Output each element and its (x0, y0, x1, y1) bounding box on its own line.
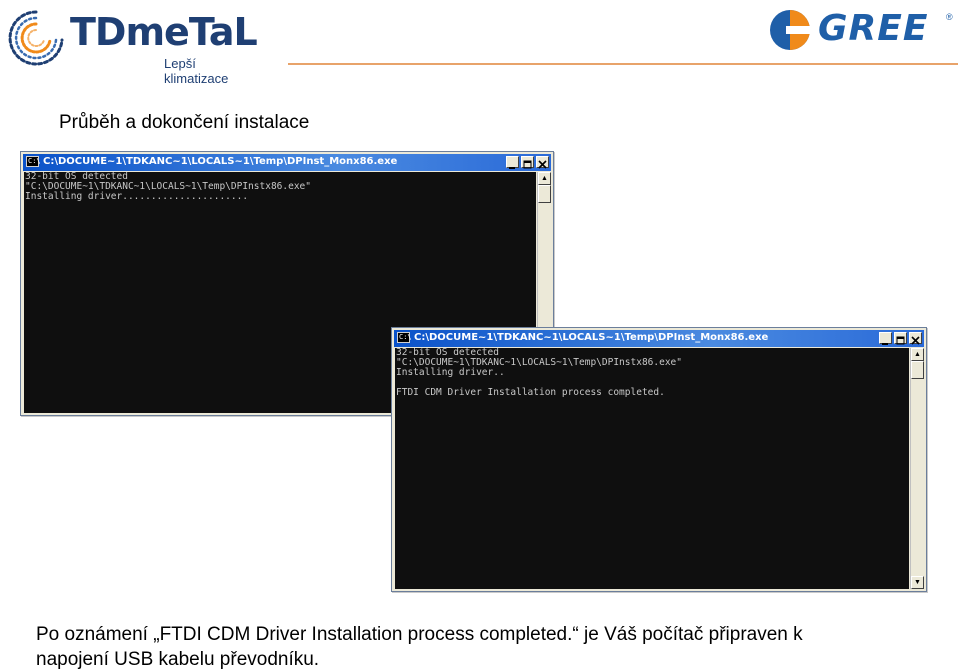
tdmetal-swirl-icon (8, 10, 64, 66)
console-window-completed[interactable]: C:\ C:\DOCUME~1\TDKANC~1\LOCALS~1\Temp\D… (391, 327, 927, 592)
gree-emblem-icon (770, 10, 810, 50)
minimize-icon (509, 167, 515, 169)
scroll-up-button[interactable]: ▲ (911, 348, 924, 361)
window-titlebar[interactable]: C:\ C:\DOCUME~1\TDKANC~1\LOCALS~1\Temp\D… (394, 330, 924, 347)
console-line: Installing driver...................... (25, 191, 249, 202)
maximize-icon (523, 160, 532, 169)
minimize-button[interactable] (506, 156, 519, 169)
gree-registered-mark: ® (946, 12, 953, 22)
scroll-thumb[interactable] (911, 361, 924, 379)
scroll-up-button[interactable]: ▲ (538, 172, 551, 185)
tdmetal-wordmark: TDmeTaL (70, 10, 258, 54)
console-icon[interactable]: C:\ (397, 332, 412, 343)
caption-line: napojení USB kabelu převodníku. (36, 649, 320, 670)
gree-wordmark: GREE (818, 8, 929, 49)
vertical-scrollbar[interactable]: ▲ ▼ (910, 348, 924, 589)
close-button[interactable] (536, 156, 549, 169)
gree-logo: GREE ® (768, 8, 958, 52)
console-output[interactable]: 32-bit OS detected "C:\DOCUME~1\TDKANC~1… (395, 348, 909, 589)
minimize-icon (882, 343, 888, 345)
window-title: C:\DOCUME~1\TDKANC~1\LOCALS~1\Temp\DPIns… (43, 156, 398, 167)
caption-text: Po oznámení „FTDI CDM Driver Installatio… (36, 622, 946, 672)
maximize-button[interactable] (521, 156, 534, 169)
tdmetal-logo: TDmeTaL Lepší klimatizace (6, 4, 262, 86)
maximize-icon (896, 336, 905, 345)
window-titlebar[interactable]: C:\ C:\DOCUME~1\TDKANC~1\LOCALS~1\Temp\D… (23, 154, 551, 171)
tdmetal-tagline: Lepší klimatizace (164, 56, 229, 86)
minimize-button[interactable] (879, 332, 892, 345)
header-divider (288, 63, 958, 65)
close-icon (538, 160, 547, 169)
scroll-down-button[interactable]: ▼ (911, 576, 924, 589)
scroll-thumb[interactable] (538, 185, 551, 203)
page-heading: Průběh a dokončení instalace (59, 112, 310, 133)
close-icon (911, 336, 920, 345)
console-line: FTDI CDM Driver Installation process com… (396, 387, 665, 398)
console-line: Installing driver.. (396, 367, 505, 378)
caption-line: Po oznámení „FTDI CDM Driver Installatio… (36, 624, 803, 645)
window-title: C:\DOCUME~1\TDKANC~1\LOCALS~1\Temp\DPIns… (414, 332, 769, 343)
close-button[interactable] (909, 332, 922, 345)
maximize-button[interactable] (894, 332, 907, 345)
console-icon[interactable]: C:\ (26, 156, 41, 167)
